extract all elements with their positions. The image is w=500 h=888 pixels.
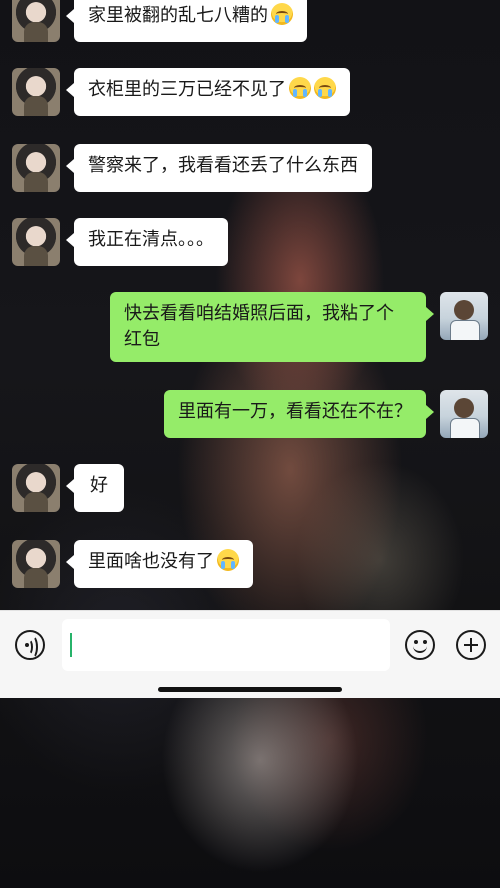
my-avatar[interactable] (440, 390, 488, 438)
home-indicator[interactable] (158, 687, 342, 692)
chat-message-list[interactable]: 家里被翻的乱七八糟的 衣柜里的三万已经不见了 警察来了，我看看还丢了什么东西 我… (0, 0, 500, 610)
message-bubble[interactable]: 我正在清点。。。 (66, 218, 228, 266)
message-text: 衣柜里的三万已经不见了 (88, 79, 286, 100)
contact-avatar[interactable] (12, 0, 60, 42)
message-text: 好 (90, 475, 108, 496)
message-received: 警察来了，我看看还丢了什么东西 (12, 144, 372, 192)
message-bubble[interactable]: 里面啥也没有了 (66, 540, 253, 588)
message-text: 我正在清点。。。 (88, 229, 214, 250)
crying-face-emoji-icon (271, 3, 293, 25)
message-received: 我正在清点。。。 (12, 218, 228, 266)
contact-avatar[interactable] (12, 464, 60, 512)
message-text-line: 红包 (124, 329, 160, 350)
text-caret (70, 633, 72, 657)
plus-icon[interactable] (456, 630, 486, 660)
contact-avatar[interactable] (12, 540, 60, 588)
message-bubble[interactable]: 快去看看咱结婚照后面，我粘了个 红包 (110, 292, 434, 362)
message-received: 好 (12, 464, 124, 512)
message-text-line: 快去看看咱结婚照后面，我粘了个 (124, 303, 394, 324)
crying-face-emoji-icon (289, 77, 311, 99)
contact-avatar[interactable] (12, 218, 60, 266)
message-bubble[interactable]: 衣柜里的三万已经不见了 (66, 68, 350, 116)
message-text: 里面啥也没有了 (88, 551, 214, 572)
voice-icon-wave (26, 635, 38, 659)
message-text: 家里被翻的乱七八糟的 (88, 5, 268, 26)
emoji-icon[interactable] (405, 630, 435, 660)
message-received: 家里被翻的乱七八糟的 (12, 0, 307, 42)
message-bubble[interactable]: 家里被翻的乱七八糟的 (66, 0, 307, 42)
message-received: 衣柜里的三万已经不见了 (12, 68, 350, 116)
emoji-icon-mouth (413, 644, 427, 653)
contact-avatar[interactable] (12, 68, 60, 116)
my-avatar[interactable] (440, 292, 488, 340)
message-input[interactable] (62, 619, 390, 671)
message-sent: 里面有一万，看看还在不在？ (164, 390, 488, 438)
crying-face-emoji-icon (314, 77, 336, 99)
message-text: 警察来了，我看看还丢了什么东西 (88, 155, 358, 176)
message-bubble[interactable]: 警察来了，我看看还丢了什么东西 (66, 144, 372, 192)
crying-face-emoji-icon (217, 549, 239, 571)
chat-input-bar (0, 610, 500, 698)
message-bubble[interactable]: 好 (66, 464, 124, 512)
message-sent: 快去看看咱结婚照后面，我粘了个 红包 (110, 292, 488, 362)
message-bubble[interactable]: 里面有一万，看看还在不在？ (164, 390, 434, 438)
contact-avatar[interactable] (12, 144, 60, 192)
message-received: 里面啥也没有了 (12, 540, 253, 588)
voice-icon[interactable] (15, 630, 45, 660)
message-text: 里面有一万，看看还在不在？ (178, 401, 412, 422)
